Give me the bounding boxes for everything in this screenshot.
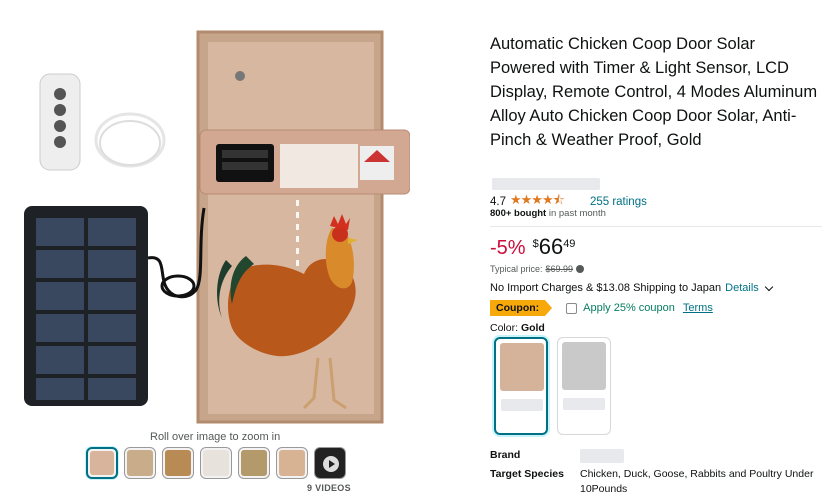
product-title: Automatic Chicken Coop Door Solar Powere… <box>490 35 818 149</box>
color-option-silver[interactable] <box>557 337 611 435</box>
thumbnail-2[interactable] <box>124 447 156 479</box>
thumbnail-3[interactable] <box>162 447 194 479</box>
color-option-gold[interactable] <box>494 337 548 435</box>
apply-coupon-checkbox[interactable] <box>566 302 578 314</box>
typical-price: Typical price: $69.99 <box>490 264 585 274</box>
thumbnail-6[interactable] <box>276 447 308 479</box>
discount-percent: -5% <box>490 237 526 259</box>
import-text: No Import Charges & $13.08 Shipping to J… <box>490 282 722 294</box>
chevron-down-icon[interactable] <box>764 282 774 291</box>
play-icon <box>323 456 339 472</box>
price-fraction: 49 <box>563 238 576 250</box>
coupon-terms-link[interactable]: Terms <box>683 302 713 314</box>
spec-value-target-species: Chicken, Duck, Goose, Rabbits and Poultr… <box>580 468 814 495</box>
bought-count: 800+ bought <box>490 208 547 219</box>
product-main-image[interactable] <box>18 28 410 428</box>
videos-count-label: 9 VIDEOS <box>307 483 351 493</box>
bought-period: in past month <box>546 208 606 219</box>
spec-label-target-species: Target Species <box>490 468 564 480</box>
typical-price-label: Typical price: <box>490 264 543 274</box>
coupon-badge: Coupon: <box>490 300 553 316</box>
coupon-row: Coupon: Apply 25% coupon Terms <box>490 300 713 316</box>
price-block: -5% $ 66 49 <box>490 234 575 260</box>
price-whole: 66 <box>538 234 564 259</box>
bought-in-past-month: 800+ bought in past month <box>490 208 606 219</box>
zoom-hint: Roll over image to zoom in <box>150 431 281 443</box>
divider <box>490 226 822 227</box>
thumbnail-1[interactable] <box>86 447 118 479</box>
spec-value-brand <box>580 449 624 463</box>
ratings-count-link[interactable]: 255 ratings <box>590 196 647 208</box>
store-link[interactable] <box>492 178 600 190</box>
color-option-price <box>501 399 543 411</box>
thumbnail-4[interactable] <box>200 447 232 479</box>
color-selector-label: Color: Gold <box>490 322 545 334</box>
import-shipping-info: No Import Charges & $13.08 Shipping to J… <box>490 282 774 294</box>
video-thumbnail[interactable] <box>314 447 346 479</box>
thumbnail-strip <box>86 447 346 479</box>
info-icon[interactable] <box>576 265 585 273</box>
color-label: Color: <box>490 322 519 334</box>
color-option-price <box>563 398 605 410</box>
coupon-text[interactable]: Apply 25% coupon <box>583 302 675 314</box>
details-link[interactable]: Details <box>725 282 759 294</box>
typical-price-value: $69.99 <box>545 264 574 274</box>
spec-label-brand: Brand <box>490 449 521 461</box>
selected-color: Gold <box>520 322 545 334</box>
thumbnail-5[interactable] <box>238 447 270 479</box>
rating-value: 4.7 <box>490 196 506 208</box>
